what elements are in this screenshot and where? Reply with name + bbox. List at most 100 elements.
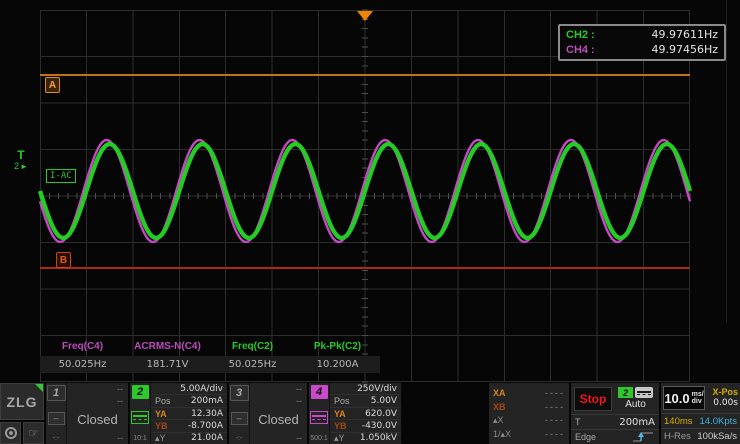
channel-1-value-dash: -- xyxy=(67,395,128,407)
measurement-label-row: Freq(C4) ACRMS-N(C4) Freq(C2) Pk-Pk(C2) xyxy=(40,341,380,352)
measurement-value-pkpk-c2: 10.200A xyxy=(295,359,380,370)
trigger-coupling-dc-icon xyxy=(635,387,653,398)
measurement-value-freq-c2: 50.025Hz xyxy=(210,359,295,370)
channel-1-state: Closed xyxy=(67,407,128,432)
touch-gesture-button[interactable] xyxy=(0,422,21,444)
channel-4-pos-label: Pos xyxy=(334,396,350,406)
channel-4-pos-value: 5.00V xyxy=(371,396,397,406)
measurement-label-acrms-c4[interactable]: ACRMS-N(C4) xyxy=(125,341,210,352)
channel-2-dc-coupling-icon xyxy=(131,411,149,424)
brand-logo: ZLG xyxy=(0,383,44,420)
channel-4-ya-value: 620.0V xyxy=(365,409,397,419)
x-cursor-panel[interactable]: XA---- XB---- ▴X---- 1/▴X---- xyxy=(489,383,569,444)
bottom-bar-spacer xyxy=(403,383,487,444)
channel-4-yb-label: YB xyxy=(334,421,347,431)
channel-2-badge[interactable]: 2 xyxy=(132,385,149,399)
channel-3-badge[interactable]: 3 xyxy=(230,385,249,401)
channel-4-yb-value: -430.0V xyxy=(362,421,397,431)
bottom-bar: ZLG ☞ 1 – -:- -- -- Closed -- 2 xyxy=(0,383,740,444)
measurement-value-row: 50.025Hz 181.71V 50.025Hz 10.200A xyxy=(40,356,380,373)
channel-4-dc-coupling-icon xyxy=(310,411,328,424)
channel-1-probe-ratio: -:- xyxy=(53,435,60,442)
rising-edge-icon xyxy=(631,431,655,443)
channel-1-badge[interactable]: 1 xyxy=(47,385,66,401)
timebase-scale-value: 10.0 xyxy=(664,391,689,406)
channel-1-side: 1 – -:- xyxy=(46,383,67,444)
waveform-display-area: CH2 : 49.97611Hz CH4 : 49.97456Hz A B T … xyxy=(0,0,740,383)
memory-depth-value: 14.0Kpts xyxy=(700,416,738,427)
measurement-value-acrms-c4: 181.71V xyxy=(125,359,210,370)
channel-2-delta-y-value: 21.00A xyxy=(191,433,223,443)
hand-tap-button[interactable]: ☞ xyxy=(23,422,44,444)
xa-value: ---- xyxy=(545,388,565,398)
acquisition-state-stop[interactable]: Stop xyxy=(574,387,612,411)
xa-label: XA xyxy=(493,388,506,398)
x-position-value: 0.00s xyxy=(713,398,738,409)
trigger-level-label: T xyxy=(575,417,581,427)
trigger-mode[interactable]: Auto xyxy=(625,399,646,410)
channel-4-badge[interactable]: 4 xyxy=(311,385,328,399)
measurement-label-freq-c2[interactable]: Freq(C2) xyxy=(210,341,295,352)
channel-3-value-dash: -- xyxy=(250,383,307,395)
timebase-scale-box[interactable]: 10.0 ms/ div xyxy=(663,386,705,410)
oscilloscope-screen: CH2 : 49.97611Hz CH4 : 49.97456Hz A B T … xyxy=(0,0,740,444)
delta-x-value: ---- xyxy=(545,415,565,425)
freq-ch2-label: CH2 : xyxy=(566,28,610,42)
channel-4-delta-y-value: 1.050kV xyxy=(360,433,397,443)
timebase-unit-bottom: div xyxy=(692,398,704,405)
freq-ch4-label: CH4 : xyxy=(566,43,610,57)
channel-2-yb-label: YB xyxy=(155,421,168,431)
trigger-channel-number: 2 xyxy=(14,161,19,172)
freq-readout-row-ch4: CH4 : 49.97456Hz xyxy=(566,43,718,57)
inverse-delta-x-value: ---- xyxy=(545,429,565,439)
measurement-label-pkpk-c2[interactable]: Pk-Pk(C2) xyxy=(295,341,380,352)
trigger-arrow-icon: ► xyxy=(20,161,28,172)
channel-2-pos-value: 200mA xyxy=(191,396,223,406)
channel-2-side: 2 10:1 xyxy=(130,383,151,444)
hand-pointer-icon: ☞ xyxy=(28,426,39,440)
channel-4-panel[interactable]: 4 500:1 250V/div Pos 5.00V YA 620.0V YB -43… xyxy=(309,383,401,444)
timebase-panel[interactable]: 10.0 ms/ div X-Pos 0.00s 140ms 14.0Kpts … xyxy=(661,383,740,444)
channel-1-coupling-off-icon: – xyxy=(48,412,65,425)
cursor-a-handle[interactable]: A xyxy=(45,77,60,93)
channel-2-panel[interactable]: 2 10:1 5.00A/div Pos200mA YA12.30A YB-8.… xyxy=(130,383,227,444)
sample-rate-value: 100kSa/s xyxy=(697,431,737,442)
inverse-delta-x-label: 1/▴X xyxy=(493,429,511,440)
freq-readout-row-ch2: CH2 : 49.97611Hz xyxy=(566,28,718,42)
channel-4-side: 4 500:1 xyxy=(309,383,330,444)
channel-3-side: 3 – -:- xyxy=(229,383,250,444)
channel-2-ya-value: 12.30A xyxy=(191,409,223,419)
freq-ch2-value: 49.97611Hz xyxy=(651,28,718,42)
trigger-source-channel-badge: 2 xyxy=(618,387,633,398)
channel-2-ya-label: YA xyxy=(155,409,167,419)
channel-3-state: Closed xyxy=(250,407,307,432)
channel-4-delta-y-label: ▴Y xyxy=(334,433,345,444)
channel-2-delta-y-label: ▴Y xyxy=(155,433,166,444)
channel-3-coupling-off-icon: – xyxy=(231,412,248,425)
x-position-label: X-Pos xyxy=(712,387,738,398)
trigger-level-value: 200mA xyxy=(619,417,655,428)
measurement-label-freq-c4[interactable]: Freq(C4) xyxy=(40,341,125,352)
touch-circle-icon xyxy=(5,427,17,439)
trigger-letter: T xyxy=(17,150,24,161)
channel-4-ya-label: YA xyxy=(334,409,346,419)
channel-4-probe-ratio: 500:1 xyxy=(310,435,328,442)
xb-value: ---- xyxy=(545,402,565,412)
channel-4-scale: 250V/div xyxy=(330,383,401,395)
cursor-b-handle[interactable]: B xyxy=(56,252,71,268)
trigger-panel[interactable]: Stop 2 Auto T 200mA Edge xyxy=(571,383,659,444)
delta-x-label: ▴X xyxy=(493,415,504,426)
channel-2-scale: 5.00A/div xyxy=(151,383,227,395)
capture-window-value: 140ms xyxy=(664,416,693,427)
channel-1-value-dash: -- xyxy=(67,432,128,444)
trigger-type-label: Edge xyxy=(575,432,596,442)
channel-1-panel[interactable]: 1 – -:- -- -- Closed -- xyxy=(46,383,128,444)
channel-3-value-dash: -- xyxy=(250,432,307,444)
channel-3-panel[interactable]: 3 – -:- -- -- Closed -- xyxy=(229,383,307,444)
h-res-label: H-Res xyxy=(664,431,691,442)
channel-3-probe-ratio: -:- xyxy=(236,435,243,442)
channel-1-value-dash: -- xyxy=(67,383,128,395)
channel-2-pos-label: Pos xyxy=(155,396,171,406)
frequency-readout-box: CH2 : 49.97611Hz CH4 : 49.97456Hz xyxy=(558,24,726,61)
trigger-level-marker[interactable]: T 2► xyxy=(14,150,28,172)
